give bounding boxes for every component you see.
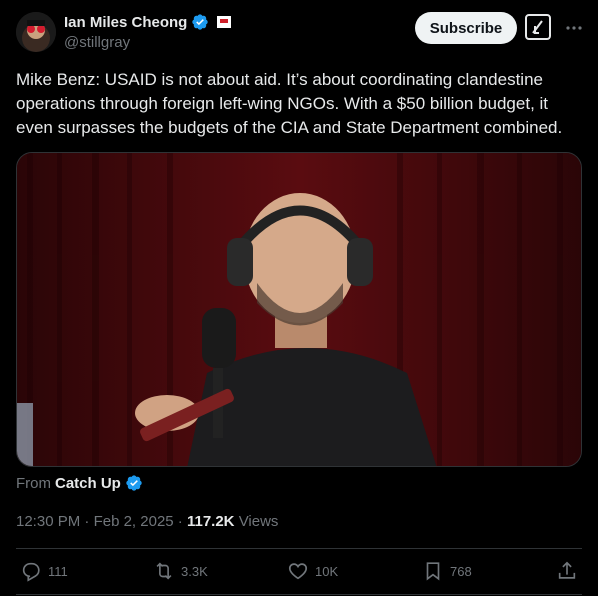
tweet-time[interactable]: 12:30 PM: [16, 513, 80, 530]
reply-icon: [22, 562, 40, 582]
avatar-image: [16, 12, 56, 52]
meta-separator: ·: [84, 513, 94, 530]
author-name[interactable]: Ian Miles Cheong: [64, 14, 187, 31]
media-source: From Catch Up: [16, 474, 143, 492]
repost-icon: [156, 562, 172, 580]
grok-glyph: [532, 20, 543, 34]
author-name-row: Ian Miles Cheong: [64, 13, 232, 31]
author-avatar[interactable]: [16, 12, 56, 52]
flag-emoji-icon: [217, 16, 232, 28]
share-button[interactable]: [556, 560, 578, 582]
repost-count: 3.3K: [181, 563, 208, 579]
like-button[interactable]: 10K: [287, 560, 338, 582]
divider: [16, 548, 582, 549]
views-count: 117.2K: [186, 513, 235, 530]
repost-button[interactable]: 3.3K: [153, 560, 208, 582]
views-label: Views: [238, 513, 279, 530]
reply-count: 111: [48, 563, 68, 579]
source-name[interactable]: Catch Up: [55, 475, 121, 492]
heart-icon: [288, 563, 308, 580]
more-icon[interactable]: [564, 18, 584, 38]
bookmark-count: 768: [450, 563, 472, 579]
video-player[interactable]: [16, 152, 582, 467]
tweet-date[interactable]: Feb 2, 2025: [94, 513, 174, 530]
tweet-meta: 12:30 PM · Feb 2, 2025 · 117.2K Views: [16, 513, 278, 530]
video-thumbnail: [17, 153, 581, 466]
author-handle[interactable]: @stillgray: [64, 34, 130, 51]
meta-separator: ·: [177, 513, 187, 530]
like-count: 10K: [315, 563, 339, 579]
bookmark-button[interactable]: 768: [422, 560, 472, 582]
verified-badge-icon: [192, 14, 209, 30]
share-icon: [558, 561, 576, 579]
grok-icon[interactable]: [525, 14, 551, 40]
divider: [16, 594, 582, 595]
tweet-text: Mike Benz: USAID is not about aid. It’s …: [16, 70, 563, 137]
bookmark-icon: [426, 562, 440, 581]
verified-badge-icon: [126, 475, 142, 491]
reply-button[interactable]: 111: [20, 560, 68, 582]
subscribe-button[interactable]: Subscribe: [415, 12, 517, 44]
from-label: From: [16, 474, 51, 492]
